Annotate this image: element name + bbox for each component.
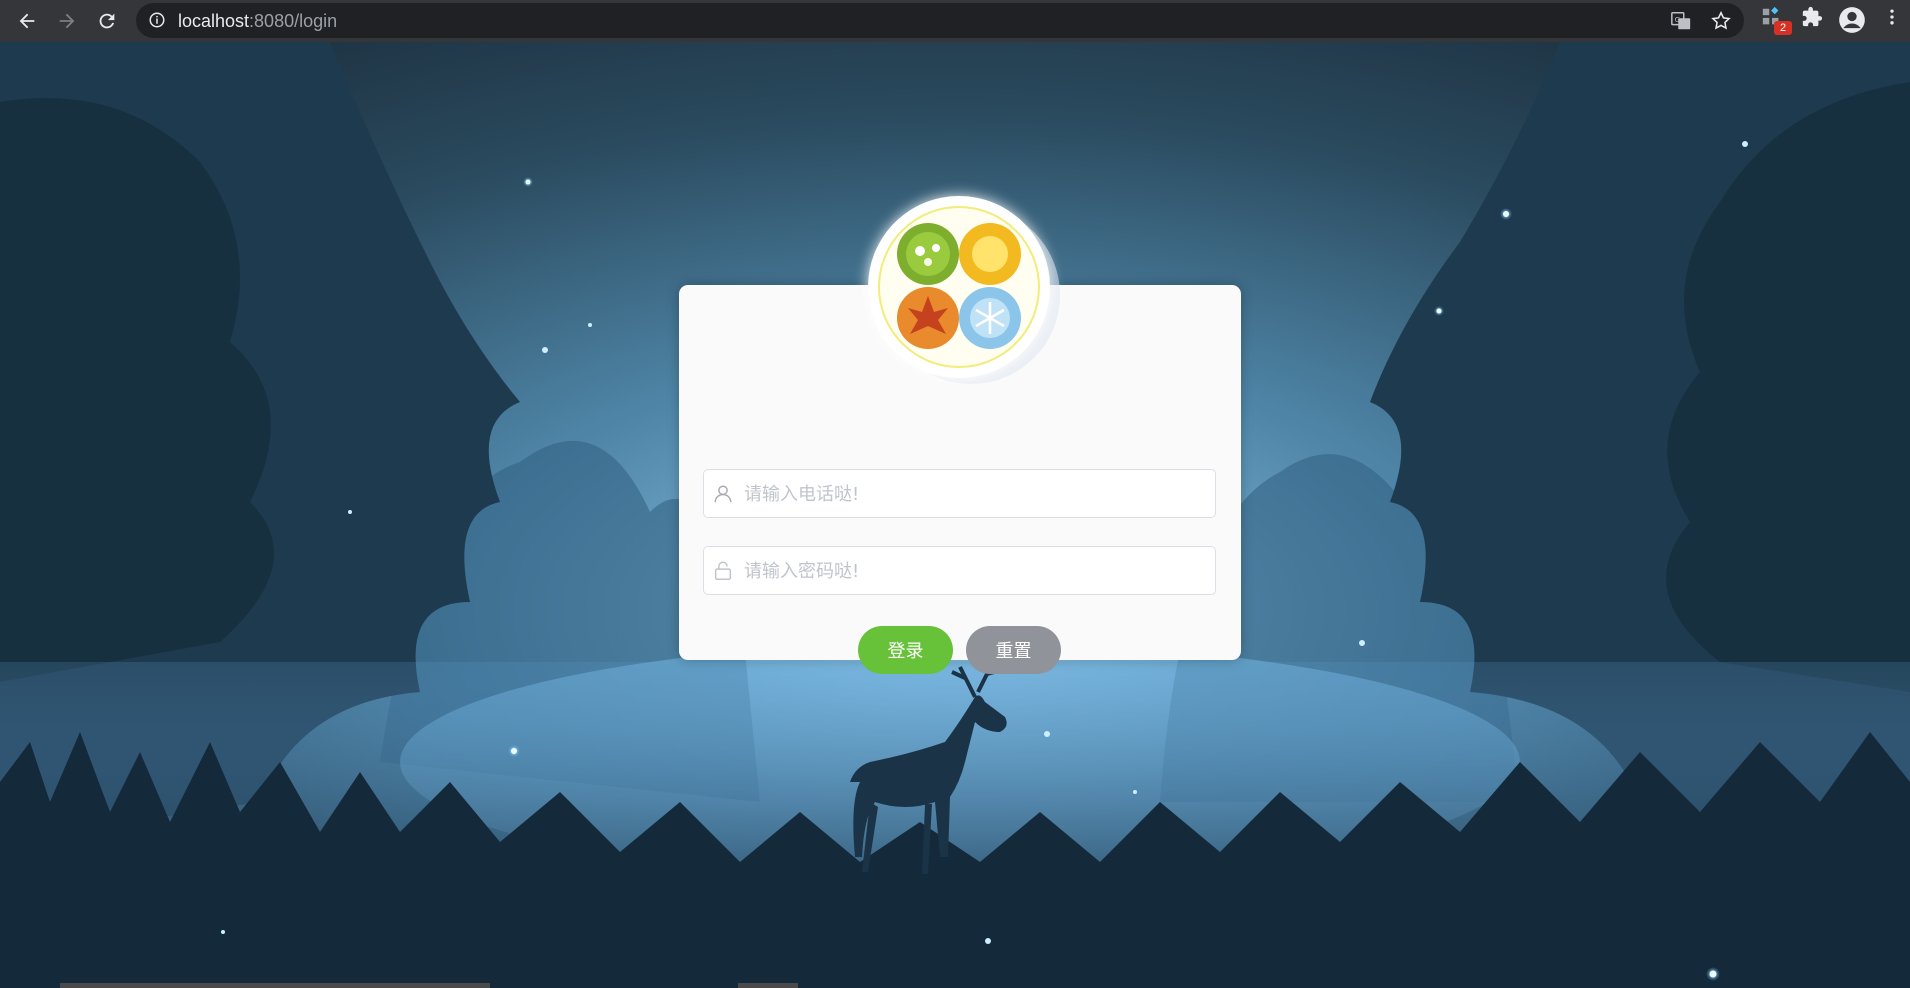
svg-text:G: G [1675,15,1681,24]
horizontal-scrollbar-thumb[interactable] [738,983,798,988]
reset-button[interactable]: 重置 [966,626,1061,674]
translate-icon[interactable]: G [1670,10,1692,32]
user-icon [714,485,732,503]
seasons-orbs [897,223,1021,349]
menu-kebab-icon[interactable] [1882,6,1902,28]
bookmark-star-icon[interactable] [1710,10,1732,32]
url-host: localhost [178,11,250,31]
reload-icon [99,13,115,29]
url-text[interactable]: localhost:8080/login [178,11,337,32]
four-seasons-logo [878,206,1040,368]
extension-badge: 2 [1774,21,1792,35]
forward-arrow-icon [59,13,75,29]
password-input[interactable] [742,547,1206,596]
lock-icon [714,561,732,580]
info-icon[interactable] [148,11,166,29]
phone-field[interactable] [703,469,1216,519]
back-arrow-icon [19,13,35,29]
password-field[interactable] [703,546,1216,596]
url-path: :8080/login [249,11,338,31]
profile-avatar-icon[interactable] [1838,6,1866,34]
extension-puzzle-icon[interactable] [1801,6,1823,28]
reload-button[interactable] [89,3,125,39]
address-bar[interactable]: localhost:8080/login G [136,3,1744,38]
back-button[interactable] [9,3,45,39]
logo-avatar [868,196,1050,378]
horizontal-scrollbar-track[interactable] [60,983,490,988]
login-button[interactable]: 登录 [858,626,953,674]
forward-button[interactable] [49,3,85,39]
phone-input[interactable] [742,470,1206,519]
browser-toolbar: localhost:8080/login G 2 [0,0,1910,42]
